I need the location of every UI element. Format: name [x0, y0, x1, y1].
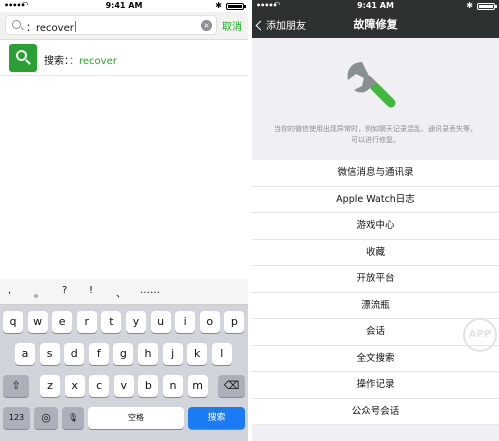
- key-o[interactable]: o: [199, 311, 220, 333]
- key-n[interactable]: n: [163, 375, 183, 397]
- key-i[interactable]: i: [175, 311, 196, 333]
- menu-item[interactable]: 微信消息与通讯录: [252, 160, 499, 187]
- bluetooth-icon: ✱: [215, 1, 222, 10]
- navigation-bar: ••••• ◠ 9:41 AM ✱ 添加朋友 故障修复: [252, 0, 499, 38]
- numbers-key[interactable]: 123: [3, 407, 30, 429]
- search-key[interactable]: 搜索: [188, 407, 245, 429]
- key-c[interactable]: c: [89, 375, 110, 397]
- bluetooth-icon: ✱: [466, 1, 473, 10]
- search-input-value: ：recover: [26, 23, 74, 34]
- suggestion-item[interactable]: ……: [140, 285, 160, 296]
- status-bar: ••••• ◠ 9:41 AM ✱: [252, 0, 499, 12]
- key-g[interactable]: g: [113, 343, 134, 365]
- left-screen: ••••• ◠ 9:41 AM ✱ ：recover × 取消 搜索：：reco…: [0, 0, 248, 441]
- page-title: 故障修复: [353, 18, 398, 31]
- key-e[interactable]: e: [52, 311, 73, 333]
- backspace-key[interactable]: ⌫: [218, 375, 245, 397]
- status-time: 9:41 AM: [357, 1, 394, 10]
- key-j[interactable]: j: [162, 343, 183, 365]
- search-result-prefix: 搜索：: [44, 56, 69, 67]
- key-t[interactable]: t: [101, 311, 122, 333]
- suggestion-item[interactable]: 、: [116, 285, 126, 300]
- key-m[interactable]: m: [187, 375, 208, 397]
- suggestion-item[interactable]: ,: [8, 285, 11, 296]
- key-v[interactable]: v: [113, 375, 134, 397]
- search-icon: [12, 20, 21, 29]
- suggestion-item[interactable]: ?: [62, 285, 67, 296]
- key-b[interactable]: b: [138, 375, 159, 397]
- search-input[interactable]: ：recover ×: [5, 15, 217, 35]
- menu-item[interactable]: 公众号会话: [252, 399, 499, 425]
- menu-item[interactable]: 漂流瓶: [252, 293, 499, 319]
- suggestion-item[interactable]: !: [89, 285, 93, 296]
- repair-description: 当你的微信使用出现异常时，例如聊天记录混乱、通讯录丢失等，可以进行修复。: [274, 125, 477, 144]
- key-q[interactable]: q: [3, 311, 23, 333]
- menu-item[interactable]: 收藏: [252, 240, 499, 266]
- battery-icon: [226, 3, 246, 10]
- menu-item[interactable]: 操作记录: [252, 372, 499, 399]
- menu-item[interactable]: 会话: [252, 319, 499, 346]
- battery-icon: [477, 3, 497, 10]
- suggestion-item[interactable]: 。: [34, 285, 44, 300]
- key-h[interactable]: h: [138, 343, 158, 365]
- repair-menu: 微信消息与通讯录 Apple Watch日志 游戏中心 收藏 开放平台 漂流瓶 会话 全文搜索…: [252, 160, 499, 425]
- menu-item[interactable]: 全文搜索: [252, 346, 499, 372]
- key-f[interactable]: f: [88, 343, 109, 365]
- key-s[interactable]: s: [39, 343, 60, 365]
- cancel-button[interactable]: 取消: [222, 18, 242, 33]
- key-w[interactable]: w: [27, 311, 48, 333]
- space-key[interactable]: 空格: [88, 407, 184, 429]
- clear-icon[interactable]: ×: [201, 20, 212, 31]
- text-cursor: [74, 21, 76, 32]
- globe-key[interactable]: ◎: [34, 407, 58, 429]
- suggestion-bar: , 。 ? ! 、 ……: [0, 279, 248, 305]
- shift-key[interactable]: ⇧: [3, 375, 29, 397]
- menu-item[interactable]: 游戏中心: [252, 213, 499, 240]
- key-k[interactable]: k: [187, 343, 208, 365]
- key-y[interactable]: y: [126, 311, 146, 333]
- status-bar: ••••• ◠ 9:41 AM ✱: [0, 0, 248, 12]
- key-x[interactable]: x: [64, 375, 85, 397]
- key-a[interactable]: a: [15, 343, 35, 365]
- microphone-key[interactable]: 🎙: [62, 407, 84, 429]
- search-result-text: 搜索：：recover: [44, 52, 117, 67]
- search-result-row[interactable]: 搜索：：recover: [0, 40, 248, 76]
- key-l[interactable]: l: [211, 343, 232, 365]
- keyboard: , 。 ? ! 、 …… q w e r t y u i o p a s d f g h j k l ⇧ z x c v b n m…: [0, 279, 248, 441]
- repair-header: 当你的微信使用出现异常时，例如聊天记录混乱、通讯录丢失等，可以进行修复。: [252, 38, 499, 160]
- status-time: 9:41 AM: [105, 1, 143, 10]
- key-r[interactable]: r: [76, 311, 97, 333]
- watermark-logo: APP: [463, 318, 497, 352]
- search-bar: ：recover × 取消: [0, 12, 248, 40]
- key-u[interactable]: u: [150, 311, 171, 333]
- menu-item[interactable]: 开放平台: [252, 266, 499, 293]
- key-p[interactable]: p: [224, 311, 245, 333]
- key-z[interactable]: z: [40, 375, 60, 397]
- key-d[interactable]: d: [64, 343, 85, 365]
- right-screen: ••••• ◠ 9:41 AM ✱ 添加朋友 故障修复 当你的微信使用出现异常时…: [252, 0, 499, 441]
- wrench-icon: [347, 62, 396, 108]
- menu-item[interactable]: Apple Watch日志: [252, 187, 499, 213]
- search-icon: [9, 44, 37, 72]
- search-result-keyword: ：recover: [69, 56, 117, 67]
